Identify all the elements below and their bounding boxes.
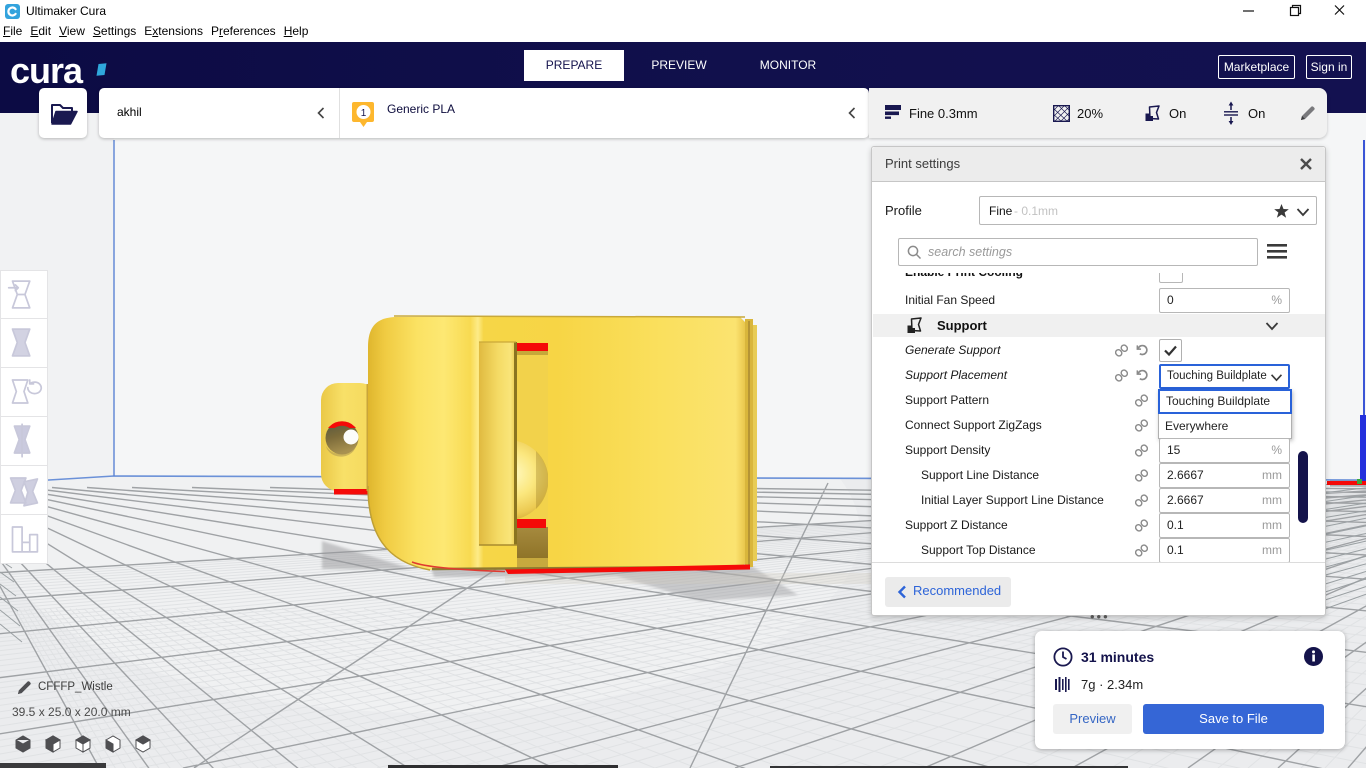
svg-text:1: 1	[361, 108, 367, 119]
